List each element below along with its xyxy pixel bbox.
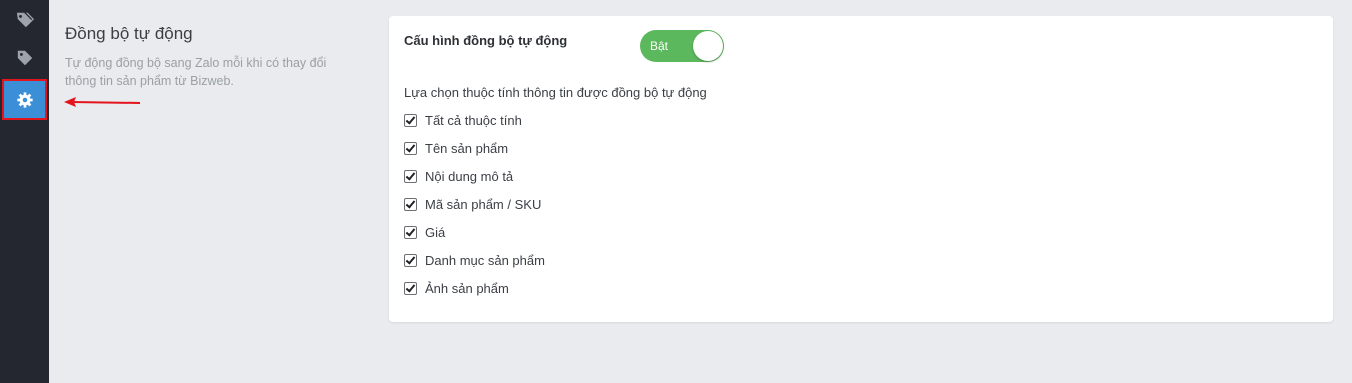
option-label: Nội dung mô tả xyxy=(425,168,514,184)
checkbox-product-name[interactable] xyxy=(404,141,417,155)
option-label: Ảnh sản phẩm xyxy=(425,280,509,296)
checkbox-all-attributes[interactable] xyxy=(404,113,417,127)
attributes-label: Lựa chọn thuộc tính thông tin được đồng … xyxy=(404,85,707,100)
option-category[interactable]: Danh mục sản phẩm xyxy=(404,252,545,268)
auto-sync-config-label: Cấu hình đồng bộ tự động xyxy=(404,33,568,48)
checkbox-category[interactable] xyxy=(404,253,417,267)
option-product-name[interactable]: Tên sản phẩm xyxy=(404,140,508,156)
checkbox-product-image[interactable] xyxy=(404,281,417,295)
option-all-attributes[interactable]: Tất cả thuộc tính xyxy=(404,112,522,128)
tags-icon xyxy=(16,12,34,28)
section-title: Đồng bộ tự động xyxy=(65,24,193,43)
tag-icon xyxy=(17,50,32,66)
arrow-annotation-icon xyxy=(64,97,141,107)
checkbox-sku[interactable] xyxy=(404,197,417,211)
section-description: Tự động đồng bộ sang Zalo mỗi khi có tha… xyxy=(65,56,327,88)
sidebar-item-tags[interactable] xyxy=(0,0,49,40)
sidebar xyxy=(0,0,49,383)
option-label: Tên sản phẩm xyxy=(425,140,509,156)
option-label: Tất cả thuộc tính xyxy=(425,112,522,128)
auto-sync-toggle[interactable]: Bật xyxy=(640,30,724,62)
main-content: Đồng bộ tự động Tự động đồng bộ sang Zal… xyxy=(49,0,1352,383)
sidebar-item-tag[interactable] xyxy=(0,38,49,78)
option-description[interactable]: Nội dung mô tả xyxy=(404,168,513,184)
gear-icon xyxy=(16,91,33,108)
option-label: Danh mục sản phẩm xyxy=(425,252,545,268)
checkbox-description[interactable] xyxy=(404,169,417,183)
sidebar-item-settings[interactable] xyxy=(2,79,47,120)
option-label: Giá xyxy=(425,224,446,240)
toggle-label: Bật xyxy=(650,39,669,53)
auto-sync-card: Cấu hình đồng bộ tự động Bật Lựa chọn th… xyxy=(389,16,1333,322)
toggle-knob xyxy=(693,31,723,61)
option-price[interactable]: Giá xyxy=(404,224,445,240)
checkbox-price[interactable] xyxy=(404,225,417,239)
option-label: Mã sản phẩm / SKU xyxy=(425,196,542,212)
option-product-image[interactable]: Ảnh sản phẩm xyxy=(404,280,509,296)
option-sku[interactable]: Mã sản phẩm / SKU xyxy=(404,196,541,212)
